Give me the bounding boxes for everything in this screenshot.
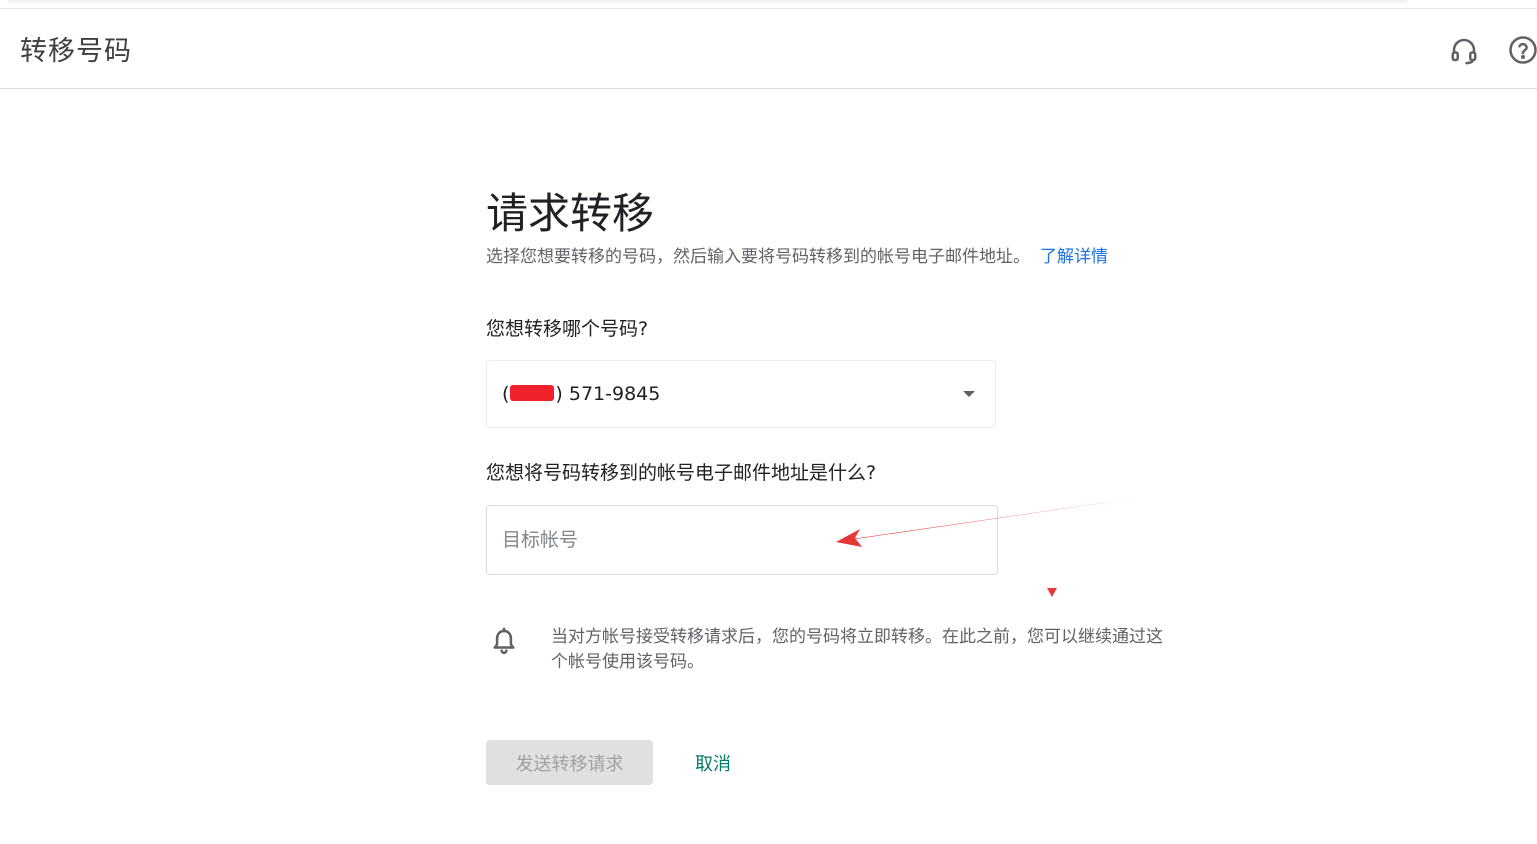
target-account-input[interactable] [486, 505, 998, 575]
cancel-button[interactable]: 取消 [681, 740, 745, 785]
page-subtitle: 选择您想要转移的号码，然后输入要将号码转移到的帐号电子邮件地址。 了解详情 [486, 242, 1108, 267]
notice-text: 当对方帐号接受转移请求后，您的号码将立即转移。在此之前，您可以继续通过这个帐号使… [551, 627, 1163, 672]
email-question-label: 您想将号码转移到的帐号电子邮件地址是什么? [486, 462, 877, 484]
number-question-label: 您想转移哪个号码? [486, 318, 649, 340]
phone-number-select[interactable]: ( ) 571-9845 [486, 360, 996, 428]
app-title: 转移号码 [20, 36, 132, 67]
chevron-down-icon [963, 391, 975, 397]
browser-top-shade [8, 0, 1408, 3]
send-transfer-request-button[interactable]: 发送转移请求 [486, 740, 653, 785]
app-header: 转移号码 [0, 9, 1537, 89]
help-circle-icon[interactable] [1508, 35, 1537, 65]
annotation-marker [1047, 588, 1057, 597]
selected-phone-number: ( ) 571-9845 [502, 383, 660, 405]
redaction-mark [510, 385, 555, 401]
phone-prefix: ( [502, 383, 510, 405]
page-title: 请求转移 [486, 189, 655, 238]
bell-icon [490, 627, 518, 657]
subtitle-text: 选择您想要转移的号码，然后输入要将号码转移到的帐号电子邮件地址。 [486, 247, 1030, 267]
headset-icon[interactable] [1449, 35, 1479, 65]
phone-suffix: ) 571-9845 [555, 383, 661, 405]
learn-more-link[interactable]: 了解详情 [1040, 247, 1108, 267]
